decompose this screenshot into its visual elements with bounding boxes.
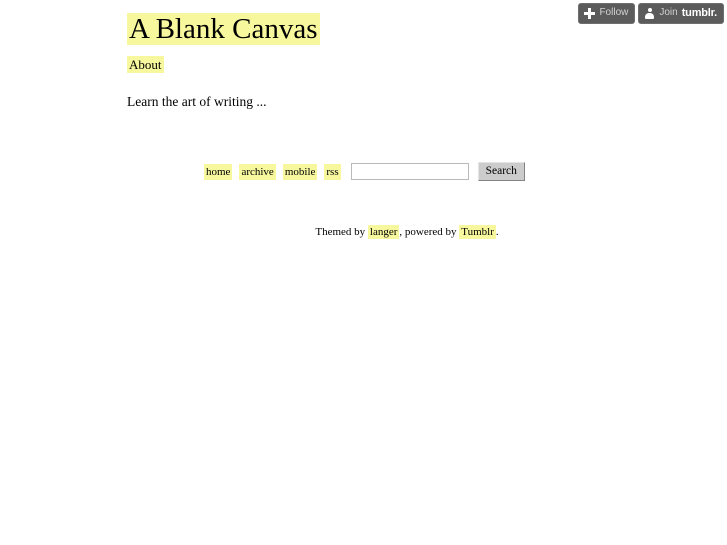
page-link-about[interactable]: About bbox=[127, 56, 164, 73]
join-tumblr-button[interactable]: Join tumblr. bbox=[638, 3, 724, 24]
person-icon bbox=[644, 7, 655, 19]
footer-prefix: Themed by bbox=[315, 226, 368, 238]
nav-link-archive[interactable]: archive bbox=[239, 163, 276, 180]
nav-link-home[interactable]: home bbox=[204, 163, 233, 180]
page-links: About bbox=[127, 56, 164, 74]
site-title-text: A Blank Canvas bbox=[127, 13, 320, 45]
navigation-bar: home archive mobile rss Search bbox=[204, 162, 525, 181]
footer: Themed by langer, powered by Tumblr. bbox=[127, 225, 687, 240]
footer-suffix: . bbox=[495, 226, 499, 238]
nav-link-mobile[interactable]: mobile bbox=[282, 163, 318, 180]
follow-button-label: Follow bbox=[599, 7, 629, 18]
nav-link-rss[interactable]: rss bbox=[324, 163, 341, 180]
blog-description: Learn the art of writing ... bbox=[127, 94, 267, 109]
plus-icon bbox=[584, 7, 596, 19]
footer-middle: , powered by bbox=[399, 226, 460, 238]
footer-theme-author-link[interactable]: langer bbox=[367, 225, 400, 239]
join-button-label: Join bbox=[659, 7, 678, 18]
tumblr-brand-label: tumblr. bbox=[681, 7, 717, 19]
page-title: A Blank Canvas bbox=[127, 12, 320, 47]
search-input[interactable] bbox=[350, 163, 469, 180]
follow-button[interactable]: Follow bbox=[578, 3, 636, 24]
search-button[interactable]: Search bbox=[477, 162, 525, 181]
footer-platform-link[interactable]: Tumblr bbox=[459, 225, 496, 239]
tumblr-control-bar: Follow Join tumblr. bbox=[578, 3, 724, 24]
